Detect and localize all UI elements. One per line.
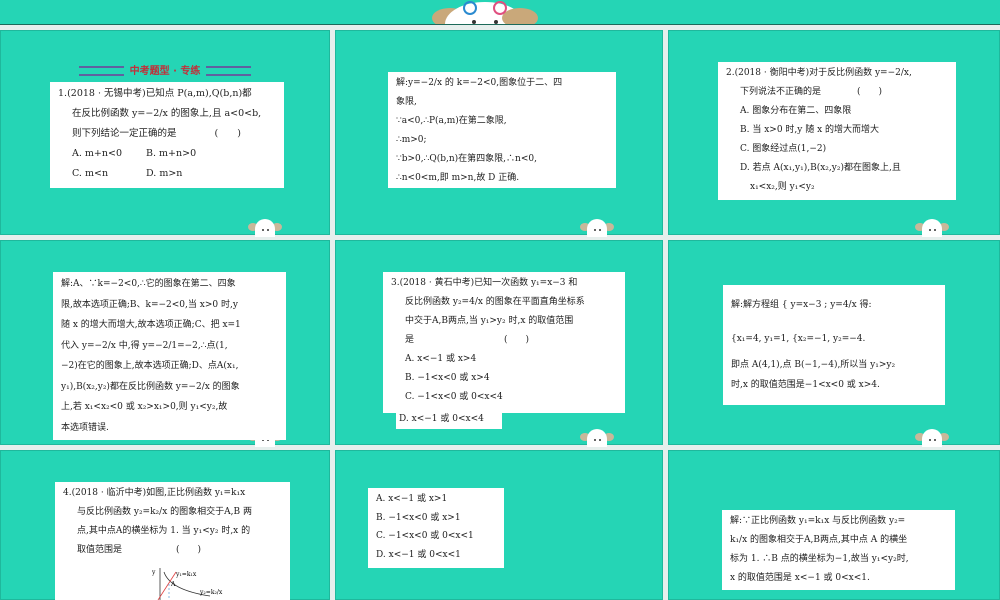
text-line: x 的取值范围是 x<−1 或 0<x<1. bbox=[730, 573, 870, 583]
option-d[interactable]: D. 若点 A(x₁,y₁),B(x₂,y₂)都在图象上,且 bbox=[726, 159, 948, 178]
text-line: 解:∵正比例函数 y₁=k₁x 与反比例函数 y₂= bbox=[730, 516, 906, 526]
graph-label: A bbox=[170, 581, 176, 588]
mascot-icon bbox=[915, 217, 949, 237]
text-line: 2.(2018 · 衡阳中考)对于反比例函数 y=−2/x, bbox=[726, 68, 912, 78]
text-line: 是 ( ) bbox=[405, 335, 530, 345]
text-line: 限,故本选项正确;B、k=−2<0,当 x>0 时,y bbox=[61, 299, 238, 310]
option-c[interactable]: C. 图象经过点(1,−2) bbox=[726, 140, 948, 159]
option-b[interactable]: B. −1<x<0 或 x>4 bbox=[391, 369, 617, 388]
option-d[interactable]: D. x<−1 或 0<x<1 bbox=[376, 546, 496, 565]
mascot-icon bbox=[915, 427, 949, 447]
option-d-label: D. x<−1 或 0<x<4 bbox=[399, 414, 484, 424]
text-line: 则下列结论一定正确的是 ( ) bbox=[72, 128, 241, 139]
mascot-icon bbox=[248, 217, 282, 237]
function-graph: y y₁=k₁x A y₂=k₂/x bbox=[151, 568, 223, 600]
solution-1-box: 解:y=−2/x 的 k=−2<0,图象位于二、四 象限, ∵a<0,∴P(a,… bbox=[388, 72, 616, 188]
mascot-icon bbox=[580, 427, 614, 447]
mascot-icon bbox=[580, 217, 614, 237]
text-line: 中交于A,B两点,当 y₁>y₂ 时,x 的取值范围 bbox=[405, 316, 574, 326]
option-d[interactable]: D. m>n bbox=[146, 164, 236, 184]
option-c[interactable]: C. −1<x<0 或 0<x<1 bbox=[376, 527, 496, 546]
solution-4-box: 解:∵正比例函数 y₁=k₁x 与反比例函数 y₂= k₁/x 的图象相交于A,… bbox=[722, 510, 955, 590]
text-line: 本选项错误. bbox=[61, 422, 109, 433]
text-line: 随 x 的增大而增大,故本选项正确;C、把 x=1 bbox=[61, 320, 241, 330]
text-line: ∵b>0,∴Q(b,n)在第四象限,∴n<0, bbox=[396, 154, 537, 164]
text-line: x₁<x₂,则 y₁<y₂ bbox=[750, 182, 815, 192]
text-line: 标为 1. ∴B 点的横坐标为−1,故当 y₁<y₂时, bbox=[730, 554, 909, 564]
option-a[interactable]: A. x<−1 或 x>4 bbox=[391, 350, 617, 369]
option-a[interactable]: A. x<−1 或 x>1 bbox=[376, 490, 496, 509]
solution-2-box: 解:A、∵k=−2<0,∴它的图象在第二、四象 限,故本选项正确;B、k=−2<… bbox=[53, 272, 286, 440]
graph-label: y bbox=[151, 569, 156, 576]
text-line: 象限, bbox=[396, 97, 417, 107]
text-line: 3.(2018 · 黄石中考)已知一次函数 y₁=x−3 和 bbox=[391, 278, 578, 288]
text-line: ∴n<0<m,即 m>n,故 D 正确. bbox=[396, 173, 520, 183]
text-line: 下列说法不正确的是 ( ) bbox=[740, 87, 883, 97]
option-b[interactable]: B. 当 x>0 时,y 随 x 的增大而增大 bbox=[726, 121, 948, 140]
option-c[interactable]: C. m<n bbox=[72, 164, 108, 184]
text-line: {x₁=4, y₁=1, {x₂=−1, y₂=−4. bbox=[731, 334, 866, 344]
text-line: 解:解方程组 { y=x−3 ; y=4/x 得: bbox=[731, 300, 872, 310]
mascot-icon bbox=[432, 1, 538, 24]
graph-label: y₁=k₁x bbox=[175, 571, 197, 578]
text-line: 解:A、∵k=−2<0,∴它的图象在第二、四象 bbox=[61, 279, 236, 289]
question-1-box: 1.(2018 · 无锡中考)已知点 P(a,m),Q(b,n)都 在反比例函数… bbox=[50, 82, 284, 188]
graph-label: y₂=k₂/x bbox=[199, 589, 223, 596]
text-line: 代入 y=−2/x 中,得 y=−2/1=−2,∴点(1, bbox=[61, 340, 228, 351]
option-d[interactable]: D. x<−1 或 0<x<4 bbox=[396, 411, 502, 429]
text-line: 与反比例函数 y₂=k₂/x 的图象相交于A,B 两 bbox=[77, 507, 252, 517]
section-title: 中考题型 · 专练 bbox=[60, 62, 270, 77]
options-box: A. x<−1 或 x>1 B. −1<x<0 或 x>1 C. −1<x<0 … bbox=[368, 488, 504, 568]
solution-3-box: 解:解方程组 { y=x−3 ; y=4/x 得: {x₁=4, y₁=1, {… bbox=[723, 285, 945, 405]
question-3-box: 3.(2018 · 黄石中考)已知一次函数 y₁=x−3 和 反比例函数 y₂=… bbox=[383, 272, 625, 413]
question-4-box: 4.(2018 · 临沂中考)如图,正比例函数 y₁=k₁x 与反比例函数 y₂… bbox=[55, 482, 290, 600]
text-line: 点,其中点A的横坐标为 1. 当 y₁<y₂ 时,x 的 bbox=[77, 526, 251, 536]
text-line: 反比例函数 y₂=4/x 的图象在平面直角坐标系 bbox=[405, 297, 585, 307]
question-2-box: 2.(2018 · 衡阳中考)对于反比例函数 y=−2/x, 下列说法不正确的是… bbox=[718, 62, 956, 200]
text-line: 解:y=−2/x 的 k=−2<0,图象位于二、四 bbox=[396, 78, 563, 88]
text-line: y₁),B(x₂,y₂)都在反比例函数 y=−2/x 的图象 bbox=[61, 381, 240, 392]
option-a[interactable]: A. m+n<0 bbox=[72, 144, 122, 164]
option-b[interactable]: B. −1<x<0 或 x>1 bbox=[376, 509, 496, 528]
top-banner bbox=[0, 0, 1000, 25]
text-line: 上,若 x₁<x₂<0 或 x₂>x₁>0,则 y₁<y₂,故 bbox=[61, 402, 228, 412]
text-line: 4.(2018 · 临沂中考)如图,正比例函数 y₁=k₁x bbox=[63, 488, 246, 498]
text-line: 时,x 的取值范围是−1<x<0 或 x>4. bbox=[731, 380, 880, 390]
text-line: −2)在它的图象上,故本选项正确;D、点A(x₁, bbox=[61, 361, 239, 371]
text-line: 1.(2018 · 无锡中考)已知点 P(a,m),Q(b,n)都 bbox=[58, 88, 252, 99]
text-line: ∵a<0,∴P(a,m)在第二象限, bbox=[396, 116, 507, 126]
option-a[interactable]: A. 图象分布在第二、四象限 bbox=[726, 102, 948, 121]
text-line: 取值范围是 ( ) bbox=[77, 545, 202, 555]
text-line: 即点 A(4,1),点 B(−1,−4),所以当 y₁>y₂ bbox=[731, 360, 896, 370]
option-c[interactable]: C. −1<x<0 或 0<x<4 bbox=[391, 388, 617, 407]
option-b[interactable]: B. m+n>0 bbox=[146, 144, 236, 164]
text-line: 在反比例函数 y=−2/x 的图象上,且 a<0<b, bbox=[72, 108, 262, 119]
text-line: k₁/x 的图象相交于A,B两点,其中点 A 的横坐 bbox=[730, 535, 908, 545]
text-line: ∴m>0; bbox=[396, 135, 427, 145]
